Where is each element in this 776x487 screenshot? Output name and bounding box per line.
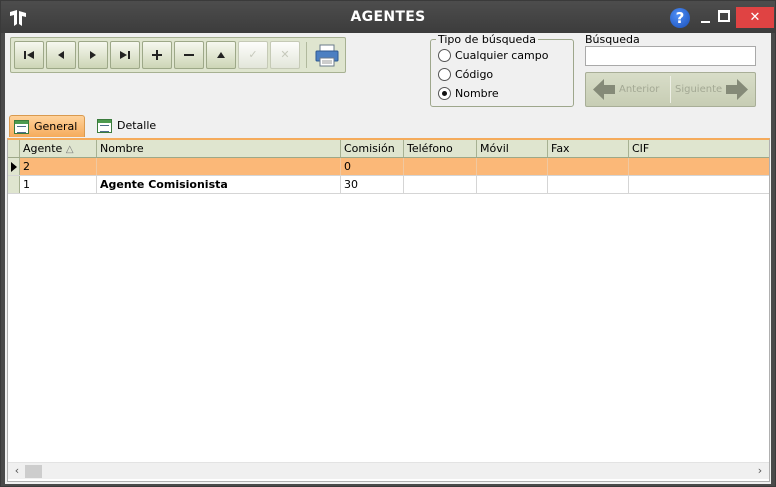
maximize-button[interactable]	[718, 10, 730, 22]
toolbar-separator	[306, 42, 307, 68]
tab-label: Detalle	[117, 119, 157, 132]
edit-record-button[interactable]	[206, 41, 236, 69]
scroll-right-button[interactable]: ›	[753, 464, 767, 478]
search-label: Búsqueda	[585, 33, 640, 46]
column-header-label: Agente	[23, 142, 63, 155]
last-record-button[interactable]	[110, 41, 140, 69]
first-record-icon	[24, 51, 34, 59]
column-header-agente[interactable]: Agente △	[20, 140, 97, 157]
column-header-cif[interactable]: CIF	[629, 140, 769, 157]
search-input[interactable]	[585, 46, 756, 66]
arrow-right-icon	[726, 79, 748, 100]
confirm-button[interactable]: ✓	[238, 41, 268, 69]
cancel-edit-button[interactable]: ✕	[270, 41, 300, 69]
tab-general[interactable]: General	[9, 115, 85, 137]
cell-movil[interactable]	[477, 158, 548, 175]
print-icon[interactable]	[313, 42, 341, 69]
column-header-movil[interactable]: Móvil	[477, 140, 548, 157]
row-indicator	[8, 158, 20, 175]
arrow-left-icon	[593, 79, 615, 100]
search-navigation-panel: Anterior Siguiente	[585, 72, 756, 107]
delete-record-button[interactable]	[174, 41, 204, 69]
radio-button[interactable]	[438, 68, 451, 81]
table-row[interactable]: 1 Agente Comisionista 30	[8, 176, 769, 194]
previous-record-icon	[58, 51, 64, 59]
window: AGENTES ? ✕ ✓ ✕ Tipo de búsqueda Cualqui…	[0, 0, 776, 487]
radio-label: Nombre	[455, 87, 499, 100]
previous-match-label: Anterior	[619, 84, 660, 95]
cell-agente[interactable]: 2	[20, 158, 97, 175]
help-button[interactable]: ?	[670, 8, 690, 28]
first-record-button[interactable]	[14, 41, 44, 69]
radio-label: Cualquier campo	[455, 49, 549, 62]
plus-icon	[152, 50, 162, 60]
title-bar[interactable]: AGENTES ? ✕	[1, 1, 775, 33]
window-title: AGENTES	[350, 9, 426, 25]
radio-label: Código	[455, 68, 494, 81]
column-header-nombre[interactable]: Nombre	[97, 140, 341, 157]
cell-cif[interactable]	[629, 158, 769, 175]
table-row[interactable]: 2 0	[8, 158, 769, 176]
last-record-icon	[120, 51, 130, 59]
previous-record-button[interactable]	[46, 41, 76, 69]
grid-view-icon	[14, 120, 29, 134]
sort-ascending-icon: △	[65, 144, 74, 155]
cell-fax[interactable]	[548, 176, 629, 193]
scroll-left-button[interactable]: ‹	[10, 464, 24, 478]
add-record-button[interactable]	[142, 41, 172, 69]
column-header-fax[interactable]: Fax	[548, 140, 629, 157]
radio-button[interactable]	[438, 49, 451, 62]
minimize-button[interactable]	[698, 9, 714, 25]
search-type-group: Tipo de búsqueda Cualquier campo Código …	[430, 33, 574, 107]
scroll-thumb[interactable]	[25, 465, 42, 478]
close-button[interactable]: ✕	[736, 7, 774, 28]
next-match-button[interactable]: Siguiente	[671, 73, 755, 106]
tab-label: General	[34, 120, 78, 133]
column-header-comision[interactable]: Comisión	[341, 140, 404, 157]
row-indicator	[8, 176, 20, 193]
cell-comision[interactable]: 0	[341, 158, 404, 175]
horizontal-scrollbar[interactable]: ‹ ›	[8, 462, 769, 479]
header-indicator-cell	[8, 140, 20, 157]
next-record-icon	[90, 51, 96, 59]
column-header-telefono[interactable]: Teléfono	[404, 140, 477, 157]
cell-telefono[interactable]	[404, 176, 477, 193]
cell-fax[interactable]	[548, 158, 629, 175]
next-match-label: Siguiente	[675, 84, 723, 95]
detail-view-icon	[97, 119, 112, 133]
agents-grid[interactable]: Agente △ Nombre Comisión Teléfono Móvil …	[7, 138, 770, 482]
search-type-legend: Tipo de búsqueda	[436, 33, 539, 46]
previous-match-button[interactable]: Anterior	[586, 73, 670, 106]
content-area: ✓ ✕ Tipo de búsqueda Cualquier campo Cód…	[5, 33, 771, 484]
cell-agente[interactable]: 1	[20, 176, 97, 193]
current-row-icon	[11, 162, 17, 172]
tab-detalle[interactable]: Detalle	[93, 115, 173, 137]
cell-cif[interactable]	[629, 176, 769, 193]
cell-comision[interactable]: 30	[341, 176, 404, 193]
cell-movil[interactable]	[477, 176, 548, 193]
next-record-button[interactable]	[78, 41, 108, 69]
cell-nombre[interactable]: Agente Comisionista	[97, 176, 341, 193]
navigation-toolbar: ✓ ✕	[10, 37, 346, 73]
radio-button-checked[interactable]	[438, 87, 451, 100]
minus-icon	[184, 54, 194, 56]
up-arrow-icon	[217, 52, 225, 58]
cell-nombre[interactable]	[97, 158, 341, 175]
cell-telefono[interactable]	[404, 158, 477, 175]
grid-header: Agente △ Nombre Comisión Teléfono Móvil …	[8, 140, 769, 158]
